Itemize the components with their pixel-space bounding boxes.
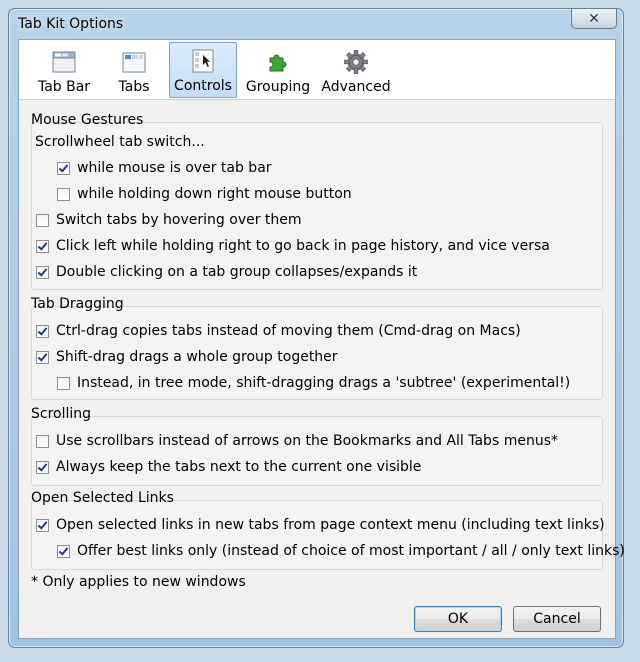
checkbox-box[interactable] — [36, 239, 49, 253]
options-tab-bar: Tab Bar Tabs Controls Grouping Advanced — [19, 40, 615, 100]
open-links-heading: Open Selected Links — [31, 490, 174, 506]
checkbox-label: Double clicking on a tab group collapses… — [56, 264, 418, 280]
tab-controls[interactable]: Controls — [169, 42, 237, 98]
shift-drag-checkbox[interactable]: Shift-drag drags a whole group together — [36, 347, 338, 367]
close-button[interactable]: ✕ — [571, 9, 617, 29]
checkbox-box[interactable] — [36, 434, 49, 448]
checkbox-label: Click left while holding right to go bac… — [56, 238, 550, 254]
title-bar[interactable]: Tab Kit Options ✕ — [9, 9, 623, 39]
checkbox-label: Instead, in tree mode, shift-dragging dr… — [77, 375, 571, 391]
checkbox-box[interactable] — [57, 544, 70, 558]
checkbox-label: Offer best links only (instead of choice… — [77, 543, 625, 559]
checkbox-box[interactable] — [57, 187, 70, 201]
checkbox-label: Ctrl-drag copies tabs instead of moving … — [56, 323, 521, 339]
double-click-group-checkbox[interactable]: Double clicking on a tab group collapses… — [36, 262, 417, 282]
subtree-drag-checkbox[interactable]: Instead, in tree mode, shift-dragging dr… — [57, 373, 570, 393]
close-icon: ✕ — [588, 10, 600, 27]
checkbox-box[interactable] — [57, 376, 70, 390]
tab-label: Grouping — [245, 79, 311, 95]
use-scrollbars-checkbox[interactable]: Use scrollbars instead of arrows on the … — [36, 431, 558, 451]
right-button-checkbox[interactable]: while holding down right mouse button — [57, 184, 352, 204]
checkbox-label: while holding down right mouse button — [77, 186, 352, 202]
ctrl-drag-checkbox[interactable]: Ctrl-drag copies tabs instead of moving … — [36, 321, 521, 341]
checkbox-box[interactable] — [36, 350, 49, 364]
checkbox-box[interactable] — [36, 460, 49, 474]
puzzle-piece-icon — [269, 54, 287, 72]
window-title: Tab Kit Options — [18, 16, 124, 32]
checkbox-label: Always keep the tabs next to the current… — [56, 459, 422, 475]
open-selected-links-checkbox[interactable]: Open selected links in new tabs from pag… — [36, 515, 605, 535]
tab-dragging-heading: Tab Dragging — [31, 296, 124, 312]
gear-icon — [344, 50, 368, 74]
options-dialog: Tab Kit Options ✕ Tab Bar Tabs Controls … — [8, 8, 625, 648]
tab-bar-icon — [52, 51, 76, 73]
best-links-only-checkbox[interactable]: Offer best links only (instead of choice… — [57, 541, 625, 561]
dialog-client: Tab Bar Tabs Controls Grouping Advanced … — [18, 39, 625, 639]
footnote: * Only applies to new windows — [31, 574, 246, 590]
checkbox-box[interactable] — [36, 265, 49, 279]
tab-advanced[interactable]: Advanced — [319, 42, 393, 98]
checkbox-box[interactable] — [36, 518, 49, 532]
checkbox-box[interactable] — [36, 324, 49, 338]
tab-label: Tab Bar — [37, 79, 91, 95]
rocker-gesture-checkbox[interactable]: Click left while holding right to go bac… — [36, 236, 550, 256]
cancel-button[interactable]: Cancel — [513, 606, 601, 632]
controls-panel: Mouse Gestures Scrollwheel tab switch...… — [19, 100, 625, 638]
scrolling-heading: Scrolling — [31, 406, 92, 422]
over-tab-bar-checkbox[interactable]: while mouse is over tab bar — [57, 158, 272, 178]
checkbox-label: Use scrollbars instead of arrows on the … — [56, 433, 558, 449]
tabs-icon — [122, 52, 146, 73]
tab-tab-bar[interactable]: Tab Bar — [29, 42, 99, 98]
tab-label: Controls — [174, 78, 232, 94]
tab-grouping[interactable]: Grouping — [243, 42, 313, 98]
keep-tabs-visible-checkbox[interactable]: Always keep the tabs next to the current… — [36, 457, 421, 477]
checkbox-label: while mouse is over tab bar — [77, 160, 272, 176]
controls-icon — [192, 49, 214, 73]
mouse-gestures-heading: Mouse Gestures — [31, 112, 144, 128]
checkbox-label: Switch tabs by hovering over them — [56, 212, 302, 228]
tab-tabs[interactable]: Tabs — [107, 42, 161, 98]
checkbox-box[interactable] — [36, 213, 49, 227]
tab-label: Tabs — [118, 79, 150, 95]
checkbox-box[interactable] — [57, 161, 70, 175]
checkbox-label: Shift-drag drags a whole group together — [56, 349, 338, 365]
scrollwheel-label: Scrollwheel tab switch... — [35, 134, 205, 150]
hover-switch-checkbox[interactable]: Switch tabs by hovering over them — [36, 210, 302, 230]
ok-button[interactable]: OK — [414, 606, 502, 632]
checkbox-label: Open selected links in new tabs from pag… — [56, 517, 605, 533]
tab-label: Advanced — [321, 79, 391, 95]
